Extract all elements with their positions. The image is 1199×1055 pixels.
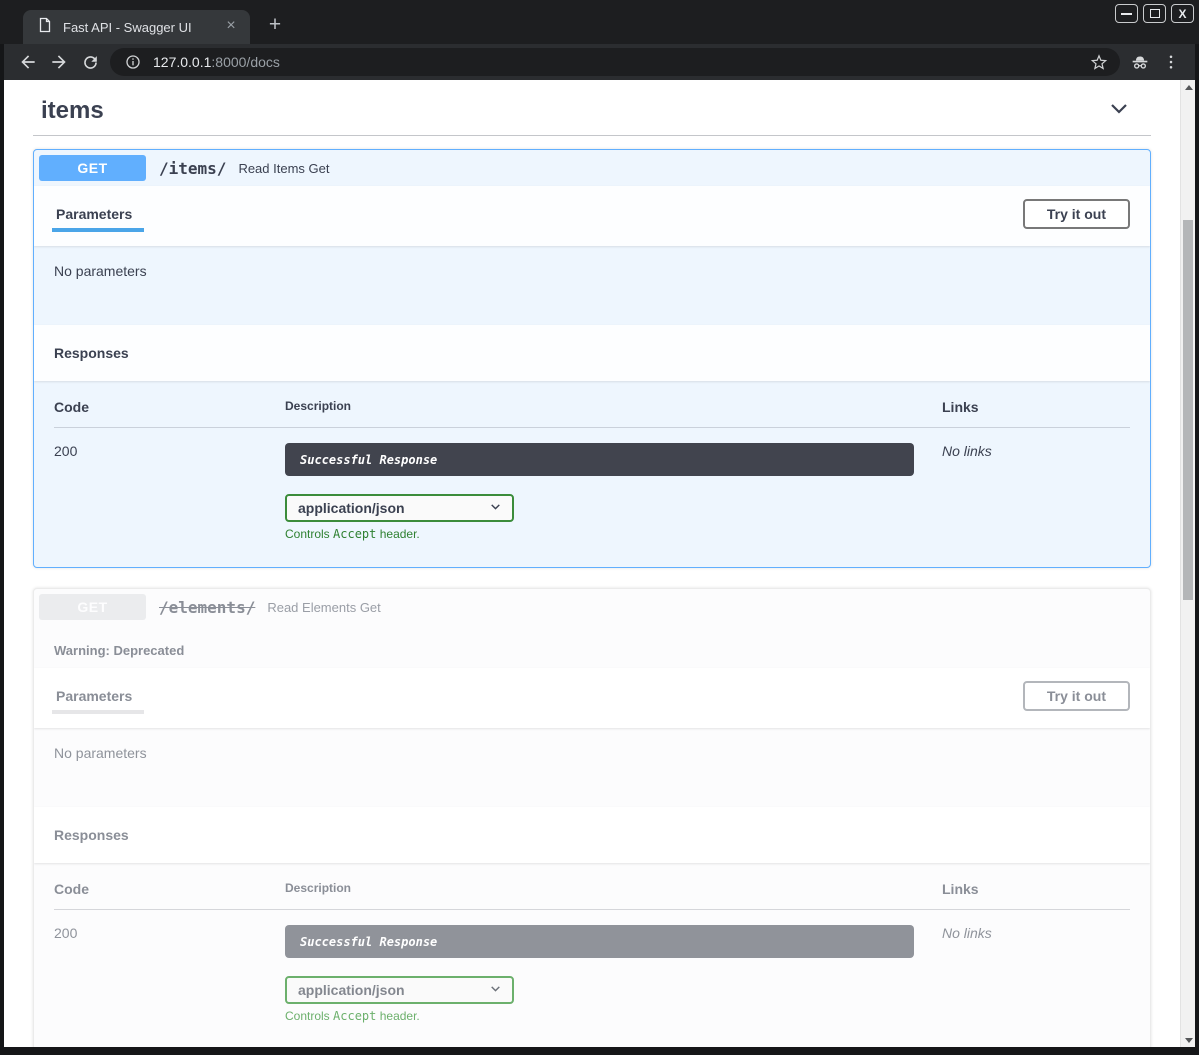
try-it-out-button[interactable]: Try it out xyxy=(1023,681,1130,711)
http-method-badge: GET xyxy=(39,155,146,181)
site-info-icon[interactable] xyxy=(122,51,144,73)
opblock-get-items: GET /items/ Read Items Get Parameters Tr… xyxy=(33,149,1151,568)
browser-titlebar: Fast API - Swagger UI × + X xyxy=(0,0,1199,44)
operation-description: Read Items Get xyxy=(238,161,329,176)
parameters-body: No parameters xyxy=(34,246,1150,325)
parameters-label: Parameters xyxy=(56,688,132,704)
maximize-icon xyxy=(1150,9,1160,18)
operation-summary[interactable]: GET /items/ Read Items Get xyxy=(34,150,1150,186)
browser-window: Fast API - Swagger UI × + X 127.0.0.1:80… xyxy=(0,0,1199,1055)
url-path: :8000/docs xyxy=(211,54,280,70)
response-row: 200 Successful Response application/json… xyxy=(54,428,1130,541)
column-header-code: Code xyxy=(54,399,285,415)
http-method-badge: GET xyxy=(39,594,146,620)
parameters-section-header: Parameters Try it out xyxy=(34,186,1150,246)
responses-section-header: Responses xyxy=(34,807,1150,863)
close-button[interactable]: X xyxy=(1171,4,1194,23)
scrollbar-down-arrow[interactable] xyxy=(1181,1033,1195,1047)
deprecated-warning: Warning: Deprecated xyxy=(34,625,1150,668)
response-code: 200 xyxy=(54,443,285,541)
response-description-cell: Successful Response application/json Con… xyxy=(285,925,942,1023)
browser-menu-kebab-icon[interactable] xyxy=(1160,51,1182,73)
window-controls: X xyxy=(1115,4,1194,23)
no-parameters-text: No parameters xyxy=(54,745,147,761)
minimize-icon xyxy=(1121,13,1132,15)
url-host: 127.0.0.1 xyxy=(153,54,211,70)
tab-title: Fast API - Swagger UI xyxy=(63,20,212,35)
media-type-select[interactable]: application/json xyxy=(285,494,514,522)
browser-navbar: 127.0.0.1:8000/docs xyxy=(4,44,1195,80)
scrollbar[interactable] xyxy=(1180,80,1195,1047)
operation-summary[interactable]: GET /elements/ Read Elements Get xyxy=(34,589,1150,625)
tag-divider xyxy=(33,135,1151,136)
select-chevron-down-icon xyxy=(489,982,502,998)
no-parameters-text: No parameters xyxy=(54,263,147,279)
select-chevron-down-icon xyxy=(489,500,502,516)
column-header-links: Links xyxy=(942,881,1130,897)
responses-table-header: Code Description Links xyxy=(54,399,1130,428)
bookmark-star-icon[interactable] xyxy=(1088,51,1110,73)
tag-section-header[interactable]: items xyxy=(33,88,1151,135)
parameters-body: No parameters xyxy=(34,728,1150,807)
responses-table-header: Code Description Links xyxy=(54,881,1130,910)
response-description-box: Successful Response xyxy=(285,925,914,958)
swagger-ui: items GET /items/ Read Items Get Paramet… xyxy=(4,80,1195,1047)
responses-table: Code Description Links 200 Successful Re… xyxy=(34,381,1150,567)
responses-table: Code Description Links 200 Successful Re… xyxy=(34,863,1150,1047)
triangle-down-icon xyxy=(1185,1038,1193,1043)
responses-title: Responses xyxy=(54,345,129,361)
page-viewport: items GET /items/ Read Items Get Paramet… xyxy=(4,80,1195,1047)
column-header-description: Description xyxy=(285,399,942,415)
media-type-value: application/json xyxy=(298,982,405,998)
response-links: No links xyxy=(942,925,1130,1023)
column-header-links: Links xyxy=(942,399,1130,415)
tab-parameters[interactable]: Parameters xyxy=(54,688,134,704)
url-text[interactable]: 127.0.0.1:8000/docs xyxy=(153,54,1079,70)
response-description-cell: Successful Response application/json Con… xyxy=(285,443,942,541)
response-description-box: Successful Response xyxy=(285,443,914,476)
page-favicon-icon xyxy=(37,17,53,38)
try-it-out-button[interactable]: Try it out xyxy=(1023,199,1130,229)
minimize-button[interactable] xyxy=(1115,4,1138,23)
tag-title: items xyxy=(41,97,104,125)
back-icon[interactable] xyxy=(17,51,39,73)
media-type-value: application/json xyxy=(298,500,405,516)
responses-section-header: Responses xyxy=(34,325,1150,381)
maximize-button[interactable] xyxy=(1143,4,1166,23)
tab-close-icon[interactable]: × xyxy=(222,18,240,36)
column-header-code: Code xyxy=(54,881,285,897)
responses-title: Responses xyxy=(54,827,129,843)
url-bar[interactable]: 127.0.0.1:8000/docs xyxy=(110,48,1120,76)
accept-header-note: Controls Accept header. xyxy=(285,1009,942,1023)
operation-path: /items/ xyxy=(159,159,226,178)
operation-path: /elements/ xyxy=(159,598,255,617)
incognito-icon xyxy=(1129,51,1151,73)
scrollbar-thumb[interactable] xyxy=(1183,220,1193,600)
forward-icon[interactable] xyxy=(48,51,70,73)
parameters-label: Parameters xyxy=(56,206,132,222)
triangle-up-icon xyxy=(1185,85,1193,90)
operation-description: Read Elements Get xyxy=(267,600,380,615)
column-header-description: Description xyxy=(285,881,942,897)
new-tab-button[interactable]: + xyxy=(262,13,288,39)
response-links: No links xyxy=(942,443,1130,541)
chevron-down-icon[interactable] xyxy=(1107,96,1131,125)
reload-icon[interactable] xyxy=(79,51,101,73)
opblock-get-elements-deprecated: GET /elements/ Read Elements Get Warning… xyxy=(33,588,1151,1047)
browser-tab[interactable]: Fast API - Swagger UI × xyxy=(23,10,250,44)
close-icon: X xyxy=(1178,8,1186,20)
accept-header-note: Controls Accept header. xyxy=(285,527,942,541)
tab-parameters[interactable]: Parameters xyxy=(54,206,134,222)
parameters-section-header: Parameters Try it out xyxy=(34,668,1150,728)
media-type-select[interactable]: application/json xyxy=(285,976,514,1004)
response-row: 200 Successful Response application/json… xyxy=(54,910,1130,1023)
scrollbar-up-arrow[interactable] xyxy=(1181,80,1195,94)
response-code: 200 xyxy=(54,925,285,1023)
